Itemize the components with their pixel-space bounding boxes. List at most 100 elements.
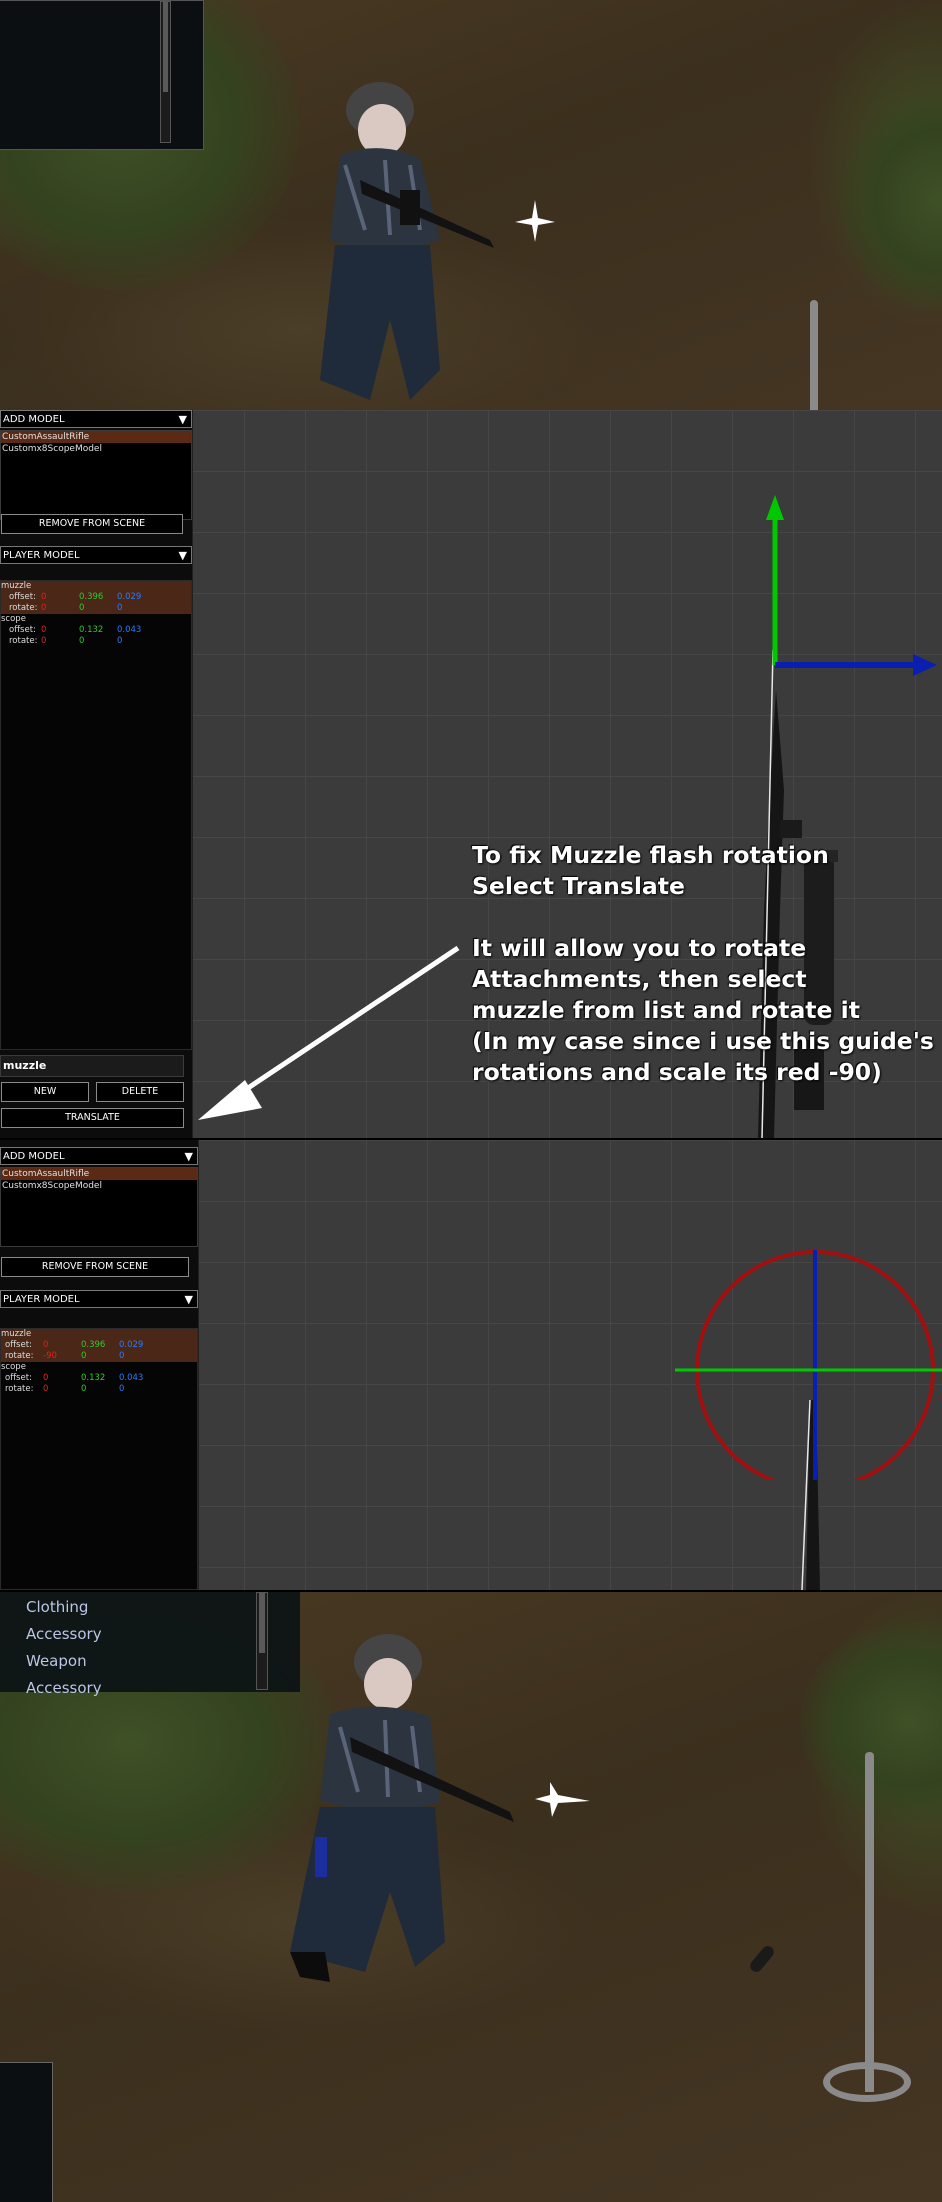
offset-label: offset:: [5, 1340, 32, 1350]
value-x: 0: [43, 1340, 49, 1350]
add-model-label: ADD MODEL: [3, 414, 65, 425]
rotate-label: rotate:: [5, 1384, 34, 1394]
remove-from-scene-button[interactable]: REMOVE FROM SCENE: [1, 1257, 189, 1277]
list-item[interactable]: scope offset: 0 0.132 0.043 rotate: 0 0 0: [1, 1362, 197, 1395]
chevron-down-icon: ▼: [184, 1293, 193, 1306]
list-item[interactable]: Clothing: [26, 1598, 88, 1616]
translate-gizmo[interactable]: [755, 490, 942, 690]
annotation-line: muzzle from list and rotate it: [472, 996, 860, 1024]
list-item[interactable]: CustomAssaultRifle: [1, 431, 191, 443]
offset-label: offset:: [9, 625, 36, 635]
offset-label: offset:: [5, 1373, 32, 1383]
delete-button[interactable]: DELETE: [96, 1082, 184, 1102]
game-view-top: [0, 0, 942, 410]
new-button[interactable]: NEW: [1, 1082, 89, 1102]
value-y: 0.132: [81, 1373, 106, 1383]
value-x: 0: [41, 592, 47, 602]
translate-button[interactable]: TRANSLATE: [1, 1108, 184, 1128]
tutorial-annotation: To fix Muzzle flash rotation Select Tran…: [472, 840, 934, 1088]
model-list[interactable]: CustomAssaultRifle Customx8ScopeModel: [0, 430, 192, 520]
annotation-line: rotations and scale its red -90): [472, 1058, 882, 1086]
annotation-line: Attachments, then select: [472, 965, 807, 993]
inventory-panel: [0, 0, 204, 150]
value-y: 0.396: [79, 592, 104, 602]
value-y: 0: [79, 636, 85, 646]
list-item[interactable]: Accessory: [26, 1679, 102, 1697]
muzzle-flash: [515, 200, 555, 242]
value-z: 0: [117, 636, 123, 646]
rotate-label: rotate:: [5, 1351, 34, 1361]
chevron-down-icon: ▼: [184, 1150, 193, 1163]
player-model-dropdown[interactable]: PLAYER MODEL ▼: [0, 1290, 198, 1308]
annotation-line: (In my case since i use this guide's: [472, 1027, 934, 1055]
value-x: 0: [41, 603, 47, 613]
attachment-editor-b: ADD MODEL ▼ CustomAssaultRifle Customx8S…: [0, 1140, 942, 1590]
attachment-name: scope: [1, 614, 26, 624]
rotate-label: rotate:: [9, 603, 38, 613]
grass-patch: [840, 90, 942, 310]
value-y: 0.396: [81, 1340, 106, 1350]
pole: [865, 1752, 874, 2092]
value-z: 0.043: [119, 1373, 144, 1383]
list-item[interactable]: scope offset: 0 0.132 0.043 rotate: 0 0 0: [1, 614, 191, 647]
annotation-line: [472, 902, 934, 933]
attachment-list[interactable]: muzzle offset: 0 0.396 0.029 rotate: -90 0 0 s…: [0, 1328, 198, 1590]
list-item[interactable]: Accessory: [26, 1625, 102, 1643]
remove-from-scene-button[interactable]: REMOVE FROM SCENE: [1, 514, 183, 534]
value-y: 0: [81, 1351, 87, 1361]
pole-base: [823, 2062, 911, 2102]
add-model-dropdown[interactable]: ADD MODEL ▼: [0, 1147, 198, 1165]
arrow-pointer-icon: [198, 945, 460, 1120]
value-z: 0: [117, 603, 123, 613]
list-item[interactable]: Customx8ScopeModel: [1, 1180, 197, 1192]
list-item[interactable]: muzzle offset: 0 0.396 0.029 rotate: -90 0 0: [1, 1329, 197, 1362]
attachment-list[interactable]: muzzle offset: 0 0.396 0.029 rotate: 0 0 0 sco…: [0, 580, 192, 1050]
player-model-dropdown[interactable]: PLAYER MODEL ▼: [0, 546, 192, 564]
list-item[interactable]: Weapon: [26, 1652, 87, 1670]
attachment-name: muzzle: [1, 1329, 32, 1339]
bullet-casing: [747, 1943, 777, 1975]
attachment-name: muzzle: [1, 581, 32, 591]
list-item[interactable]: Customx8ScopeModel: [1, 443, 191, 455]
game-view-bottom: Clothing Accessory Weapon Accessory: [0, 1592, 942, 2202]
annotation-line: It will allow you to rotate: [472, 934, 807, 962]
add-model-label: ADD MODEL: [3, 1151, 65, 1162]
value-x: 0: [43, 1373, 49, 1383]
value-x: -90: [43, 1351, 57, 1361]
attachment-name-input[interactable]: muzzle: [0, 1055, 184, 1077]
attachment-name: scope: [1, 1362, 26, 1372]
chevron-down-icon: ▼: [178, 549, 187, 562]
rotate-gizmo[interactable]: [670, 1250, 942, 1480]
value-y: 0: [81, 1384, 87, 1394]
player-model-label: PLAYER MODEL: [3, 1294, 80, 1305]
annotation-line: Select Translate: [472, 872, 685, 900]
value-y: 0.132: [79, 625, 104, 635]
category-list[interactable]: Clothing Accessory Weapon Accessory: [0, 1592, 300, 1697]
rotate-label: rotate:: [9, 636, 38, 646]
player-model-label: PLAYER MODEL: [3, 550, 80, 561]
value-x: 0: [43, 1384, 49, 1394]
pole: [810, 300, 818, 410]
minimap-frame: [0, 2062, 53, 2202]
editor-side-panel: ADD MODEL ▼ CustomAssaultRifle Customx8S…: [0, 1140, 199, 1590]
list-item[interactable]: muzzle offset: 0 0.396 0.029 rotate: 0 0 0: [1, 581, 191, 614]
add-model-dropdown[interactable]: ADD MODEL ▼: [0, 410, 192, 428]
value-z: 0: [119, 1351, 125, 1361]
panel-scrollbar[interactable]: [160, 1, 171, 143]
value-y: 0: [79, 603, 85, 613]
editor-side-panel: ADD MODEL ▼ CustomAssaultRifle Customx8S…: [0, 410, 193, 1138]
value-z: 0: [119, 1384, 125, 1394]
value-z: 0.043: [117, 625, 142, 635]
chevron-down-icon: ▼: [178, 413, 187, 426]
value-x: 0: [41, 625, 47, 635]
muzzle-flash: [535, 1782, 590, 1817]
category-scrollbar[interactable]: [256, 1592, 268, 1690]
model-list[interactable]: CustomAssaultRifle Customx8ScopeModel: [0, 1167, 198, 1247]
value-z: 0.029: [119, 1340, 144, 1350]
value-x: 0: [41, 636, 47, 646]
attachment-editor-a: ADD MODEL ▼ CustomAssaultRifle Customx8S…: [0, 410, 942, 1138]
annotation-line: To fix Muzzle flash rotation: [472, 841, 829, 869]
list-item[interactable]: CustomAssaultRifle: [1, 1168, 197, 1180]
offset-label: offset:: [9, 592, 36, 602]
value-z: 0.029: [117, 592, 142, 602]
